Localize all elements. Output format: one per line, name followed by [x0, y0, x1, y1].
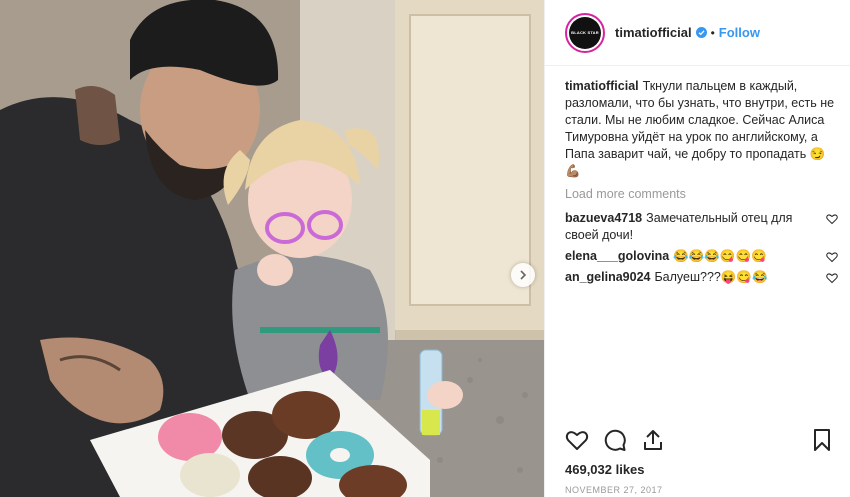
comment-like-heart-icon[interactable]: [826, 213, 838, 225]
next-photo-button[interactable]: [511, 263, 535, 287]
comment-like-heart-icon[interactable]: [826, 251, 838, 263]
likes-count[interactable]: 469,032 likes: [565, 462, 645, 477]
comment-username[interactable]: bazueva4718: [565, 211, 642, 225]
load-more-comments-button[interactable]: Load more comments: [565, 186, 838, 203]
post-actions-bar: [565, 428, 834, 456]
avatar-logo-text: BLACK STAR: [571, 30, 599, 35]
comments-section: timatiofficial Ткнули пальцем в каждый, р…: [565, 78, 838, 378]
comment-icon[interactable]: [603, 428, 627, 452]
share-icon[interactable]: [641, 428, 665, 452]
post-header: BLACK STAR timatiofficial • Follow: [545, 0, 850, 66]
chevron-right-icon: [520, 270, 527, 280]
comment-text: 😂😂😂😋😋😋: [673, 249, 767, 263]
post-photo[interactable]: [0, 0, 544, 497]
bookmark-icon[interactable]: [810, 428, 834, 452]
post-caption: timatiofficial Ткнули пальцем в каждый, р…: [565, 78, 838, 180]
comment-text: Балуеш???😝😋😂: [654, 270, 768, 284]
caption-username[interactable]: timatiofficial: [565, 79, 639, 93]
comment-like-heart-icon[interactable]: [826, 272, 838, 284]
caption-text: Ткнули пальцем в каждый, разломали, что …: [565, 79, 835, 178]
photo-illustration: [0, 0, 544, 497]
header-username[interactable]: timatiofficial: [615, 25, 692, 40]
post-side-panel: BLACK STAR timatiofficial • Follow timat…: [544, 0, 850, 497]
comment-username[interactable]: elena___golovina: [565, 249, 669, 263]
heart-icon[interactable]: [565, 428, 589, 452]
post-date: NOVEMBER 27, 2017: [565, 485, 663, 495]
avatar[interactable]: BLACK STAR: [565, 12, 605, 53]
comment-item: elena___golovina 😂😂😂😋😋😋: [565, 248, 838, 265]
follow-button[interactable]: Follow: [719, 25, 760, 40]
verified-badge-icon: [695, 27, 707, 38]
comment-item: an_gelina9024 Балуеш???😝😋😂: [565, 269, 838, 286]
comment-item: bazueva4718 Замечательный отец для своей …: [565, 210, 838, 244]
comment-username[interactable]: an_gelina9024: [565, 270, 650, 284]
avatar-image: BLACK STAR: [569, 16, 601, 49]
header-separator: •: [710, 25, 715, 40]
